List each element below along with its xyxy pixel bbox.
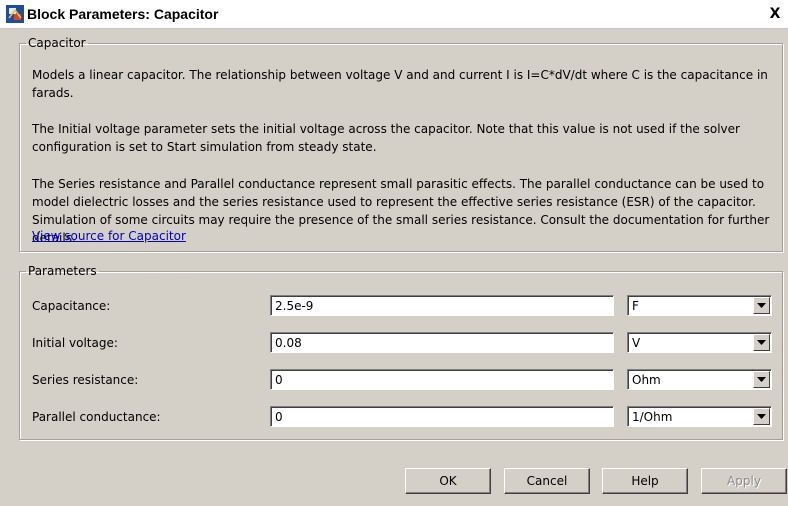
initial-voltage-unit-select[interactable]: V [627,332,772,353]
series-resistance-input[interactable] [270,369,614,390]
chevron-down-icon[interactable] [753,297,770,314]
window-title: Block Parameters: Capacitor [27,6,219,22]
cancel-button[interactable]: Cancel [504,468,590,494]
parallel-conductance-input[interactable] [270,406,614,427]
parameters-group-label: Parameters [28,264,97,278]
apply-button[interactable]: Apply [701,468,787,494]
initial-voltage-label: Initial voltage: [32,336,118,350]
close-button[interactable]: X [766,5,784,23]
capacitance-input[interactable] [270,295,614,316]
capacitance-label: Capacitance: [32,299,111,313]
chevron-down-icon[interactable] [753,334,770,351]
series-resistance-label: Series resistance: [32,373,139,387]
parallel-conductance-label: Parallel conductance: [32,410,161,424]
simulink-block-icon [6,5,24,23]
description-group-label: Capacitor [28,36,86,50]
ok-button[interactable]: OK [405,468,491,494]
title-bar: Block Parameters: Capacitor X [0,0,788,29]
initial-voltage-input[interactable] [270,332,614,353]
series-resistance-unit-select[interactable]: Ohm [627,369,772,390]
chevron-down-icon[interactable] [753,408,770,425]
view-source-link[interactable]: View source for Capacitor [32,229,186,243]
help-button[interactable]: Help [602,468,688,494]
parallel-conductance-unit-value: 1/Ohm [632,410,673,424]
capacitance-unit-select[interactable]: F [627,295,772,316]
initial-voltage-unit-value: V [632,336,641,350]
chevron-down-icon[interactable] [753,371,770,388]
description-paragraph: Models a linear capacitor. The relations… [32,68,768,100]
series-resistance-unit-value: Ohm [632,373,661,387]
capacitance-unit-value: F [632,299,639,313]
description-paragraph: The Initial voltage parameter sets the i… [32,122,740,154]
parallel-conductance-unit-select[interactable]: 1/Ohm [627,406,772,427]
